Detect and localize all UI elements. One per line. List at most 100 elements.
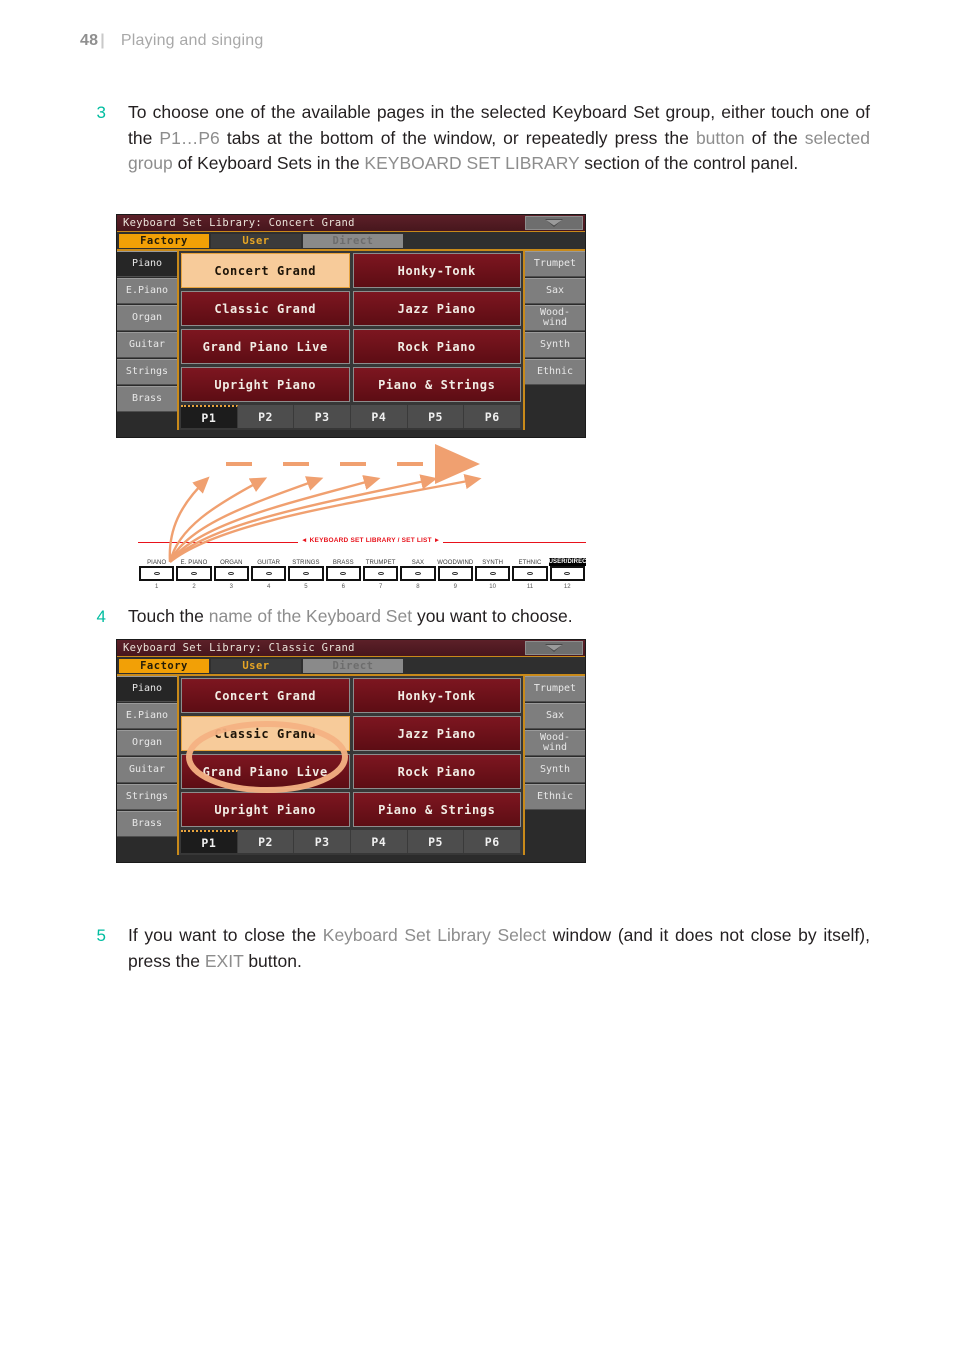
control-button-synth-key[interactable] [474,566,511,581]
keyboard-set-classic-grand[interactable]: Classic Grand [181,291,350,326]
page-tab-bar[interactable]: P1 P2 P3 P4 P5 P6 [181,405,522,428]
right-group-list[interactable]: Trumpet Sax Wood- wind Synth Ethnic [523,676,585,855]
keyboard-set-concert-grand[interactable]: Concert Grand [181,253,350,288]
keyboard-set-upright-piano[interactable]: Upright Piano [181,792,350,827]
tab-user[interactable]: User [211,659,301,673]
control-button-ethnic-key[interactable] [512,566,548,581]
group-strings[interactable]: Strings [117,784,177,810]
chevron-down-icon[interactable] [525,216,583,230]
group-sax[interactable]: Sax [525,278,585,304]
keyboard-set-concert-grand[interactable]: Concert Grand [181,678,350,713]
group-sax[interactable]: Sax [525,703,585,729]
control-button-strings-key[interactable] [288,566,324,581]
control-button-epiano-key[interactable] [176,566,212,581]
control-button-strings[interactable]: STRINGS 5 [287,544,324,590]
keyboard-set-library-panel-concert-grand[interactable]: Keyboard Set Library: Concert Grand Fact… [116,214,586,438]
right-group-list[interactable]: Trumpet Sax Wood- wind Synth Ethnic [523,251,585,430]
group-synth[interactable]: Synth [525,757,585,783]
keyboard-set-grand-piano-live[interactable]: Grand Piano Live [181,754,350,789]
panel-body: Piano E.Piano Organ Guitar Strings Brass… [117,676,585,855]
page-tab-p4[interactable]: P4 [351,405,408,428]
panel-source-tabs[interactable]: Factory User Direct [117,657,585,676]
panel-title-bar: Keyboard Set Library: Classic Grand [117,640,585,657]
control-button-organ[interactable]: ORGAN 3 [213,544,250,590]
control-button-ethnic[interactable]: ETHNIC 11 [511,544,548,590]
group-ethnic[interactable]: Ethnic [525,784,585,810]
group-trumpet[interactable]: Trumpet [525,251,585,277]
control-button-sax-key[interactable] [400,566,436,581]
led-indicator-icon [153,571,160,576]
control-button-user-direct-key[interactable] [549,566,585,581]
control-button-guitar-key[interactable] [250,566,287,581]
control-button-epiano[interactable]: E. PIANO 2 [175,544,212,590]
page-tab-p2[interactable]: P2 [238,405,295,428]
keyboard-set-grid-area: Concert Grand Honky-Tonk Classic Grand J… [179,676,523,855]
page-tab-bar[interactable]: P1 P2 P3 P4 P5 P6 [181,830,522,853]
left-group-list[interactable]: Piano E.Piano Organ Guitar Strings Brass [117,676,179,855]
control-button-brass[interactable]: BRASS 6 [325,544,362,590]
panel-source-tabs[interactable]: Factory User Direct [117,232,585,251]
page-tab-p6[interactable]: P6 [464,830,522,853]
control-panel-diagram: ◄ KEYBOARD SET LIBRARY / SET LIST ► PIAN… [138,530,590,590]
group-guitar[interactable]: Guitar [117,332,177,358]
group-woodwind[interactable]: Wood- wind [525,305,585,331]
control-button-piano[interactable]: PIANO 1 [138,544,175,590]
keyboard-set-classic-grand[interactable]: Classic Grand [181,716,350,751]
group-piano[interactable]: Piano [117,676,177,702]
step-4-number: 4 [96,607,106,626]
group-brass[interactable]: Brass [117,386,177,412]
keyboard-set-honky-tonk[interactable]: Honky-Tonk [352,678,521,713]
keyboard-set-grand-piano-live[interactable]: Grand Piano Live [181,329,350,364]
tab-factory[interactable]: Factory [119,234,209,248]
tab-user[interactable]: User [211,234,301,248]
page-tab-p1[interactable]: P1 [181,405,238,428]
control-button-guitar[interactable]: GUITAR 4 [250,544,287,590]
group-ethnic[interactable]: Ethnic [525,359,585,385]
keyboard-set-honky-tonk[interactable]: Honky-Tonk [352,253,521,288]
keyboard-set-rock-piano[interactable]: Rock Piano [352,754,521,789]
keyboard-set-jazz-piano[interactable]: Jazz Piano [352,291,521,326]
running-head-separator: | [100,32,105,49]
group-brass[interactable]: Brass [117,811,177,837]
page-tab-p5[interactable]: P5 [408,830,465,853]
group-organ[interactable]: Organ [117,305,177,331]
control-button-brass-key[interactable] [325,566,361,581]
group-epiano[interactable]: E.Piano [117,278,177,304]
page-tab-p6[interactable]: P6 [464,405,522,428]
group-strings[interactable]: Strings [117,359,177,385]
page-tab-p5[interactable]: P5 [408,405,465,428]
control-button-woodwind[interactable]: WOODWIND 9 [437,544,474,590]
page-tab-p4[interactable]: P4 [351,830,408,853]
group-guitar[interactable]: Guitar [117,757,177,783]
group-synth[interactable]: Synth [525,332,585,358]
led-indicator-icon [265,571,272,576]
control-button-synth[interactable]: SYNTH 10 [474,544,511,590]
control-button-trumpet-key[interactable] [362,566,399,581]
page-tab-p3[interactable]: P3 [294,405,352,428]
page-tab-p1[interactable]: P1 [181,830,238,853]
control-button-organ-key[interactable] [213,566,249,581]
keyboard-set-library-panel-classic-grand[interactable]: Keyboard Set Library: Classic Grand Fact… [116,639,586,863]
led-indicator-icon [489,571,496,576]
control-button-trumpet[interactable]: TRUMPET 7 [362,544,399,590]
page-tab-p2[interactable]: P2 [238,830,295,853]
keyboard-set-rock-piano[interactable]: Rock Piano [352,329,521,364]
control-button-sax[interactable]: SAX 8 [399,544,436,590]
control-button-user-direct[interactable]: USER/DIRECT 12 [548,544,590,590]
keyboard-set-jazz-piano[interactable]: Jazz Piano [352,716,521,751]
group-epiano[interactable]: E.Piano [117,703,177,729]
keyboard-set-piano-and-strings[interactable]: Piano & Strings [352,367,521,402]
left-group-list[interactable]: Piano E.Piano Organ Guitar Strings Brass [117,251,179,430]
keyboard-set-upright-piano[interactable]: Upright Piano [181,367,350,402]
group-trumpet[interactable]: Trumpet [525,676,585,702]
tab-factory[interactable]: Factory [119,659,209,673]
group-organ[interactable]: Organ [117,730,177,756]
keyboard-set-piano-and-strings[interactable]: Piano & Strings [352,792,521,827]
group-piano[interactable]: Piano [117,251,177,277]
page-tab-p3[interactable]: P3 [294,830,352,853]
control-button-woodwind-key[interactable] [437,566,473,581]
control-button-piano-key[interactable] [139,566,175,581]
chevron-down-icon[interactable] [525,641,583,655]
control-panel-button-row[interactable]: PIANO 1 E. PIANO 2 ORGAN 3 GUITAR 4 STRI… [138,544,590,590]
group-woodwind[interactable]: Wood- wind [525,730,585,756]
